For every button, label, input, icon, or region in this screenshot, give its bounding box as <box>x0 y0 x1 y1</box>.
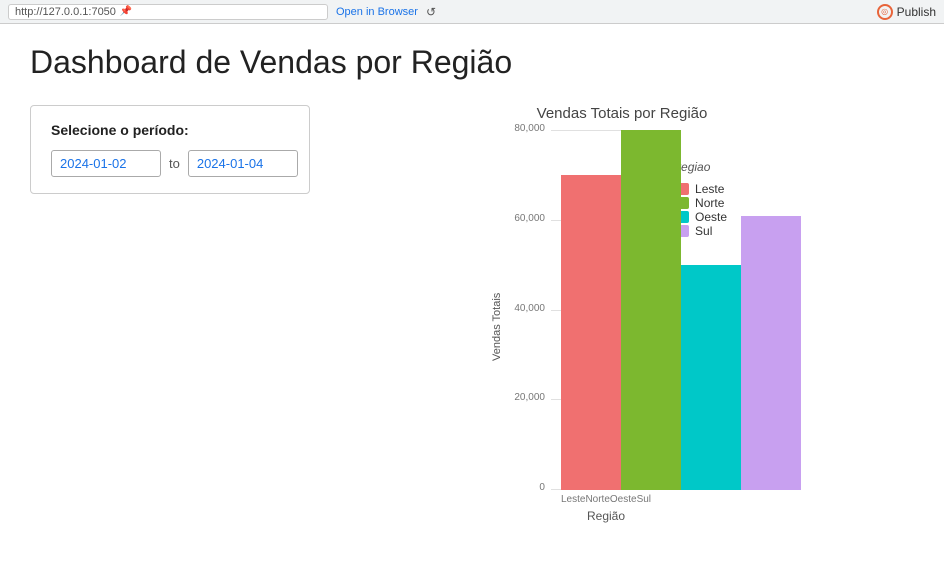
x-label: Norte <box>585 494 609 505</box>
filter-panel: Selecione o período: to <box>30 105 310 194</box>
x-axis-title: Região <box>551 509 661 523</box>
grid-label: 20,000 <box>507 392 545 403</box>
x-label: Leste <box>561 494 585 505</box>
chart-with-legend: Vendas Totais 80,00060,00040,00020,0000 … <box>487 130 757 523</box>
grid-label: 60,000 <box>507 213 545 224</box>
date-row: to <box>51 150 289 177</box>
content-row: Selecione o período: to Vendas Totais po… <box>30 105 914 523</box>
bar-group <box>741 130 801 490</box>
main-content: Dashboard de Vendas por Região Selecione… <box>0 24 944 583</box>
grid-label: 80,000 <box>507 123 545 134</box>
y-axis-label: Vendas Totais <box>487 130 507 523</box>
chart-container: Vendas Totais 80,00060,00040,00020,0000 … <box>487 130 661 523</box>
chart-inner: 80,00060,00040,00020,0000 LesteNorteOest… <box>511 130 661 523</box>
pin-icon: 📌 <box>120 6 132 17</box>
bars-area <box>551 130 661 490</box>
browser-bar: http://127.0.0.1:7050 📌 Open in Browser … <box>0 0 944 24</box>
filter-label: Selecione o período: <box>51 122 289 138</box>
chart-plot: 80,00060,00040,00020,0000 <box>511 130 661 490</box>
bar <box>621 130 681 490</box>
grid-label: 40,000 <box>507 303 545 314</box>
x-axis: LesteNorteOesteSul <box>551 490 661 505</box>
bar <box>741 216 801 491</box>
publish-button[interactable]: ◎ Publish <box>877 4 936 20</box>
date-to-input[interactable] <box>188 150 298 177</box>
bar-group <box>561 130 621 490</box>
open-in-browser-button[interactable]: Open in Browser <box>336 6 418 18</box>
date-to-separator: to <box>169 156 180 171</box>
x-label: Oeste <box>610 494 637 505</box>
publish-icon: ◎ <box>877 4 893 20</box>
page-title: Dashboard de Vendas por Região <box>30 44 914 81</box>
bar-group <box>681 130 741 490</box>
chart-area: Vendas Totais por Região Vendas Totais 8… <box>330 105 914 523</box>
chart-title: Vendas Totais por Região <box>537 105 708 122</box>
x-label: Sul <box>637 494 651 505</box>
bar <box>681 265 741 490</box>
url-text: http://127.0.0.1:7050 <box>15 6 116 18</box>
publish-label: Publish <box>897 5 936 19</box>
bar <box>561 175 621 490</box>
reload-button[interactable]: ↺ <box>426 5 436 19</box>
grid-and-bars: 80,00060,00040,00020,0000 <box>511 130 661 490</box>
browser-url-bar[interactable]: http://127.0.0.1:7050 📌 <box>8 4 328 20</box>
grid-label: 0 <box>507 482 545 493</box>
bar-group <box>621 130 681 490</box>
date-from-input[interactable] <box>51 150 161 177</box>
